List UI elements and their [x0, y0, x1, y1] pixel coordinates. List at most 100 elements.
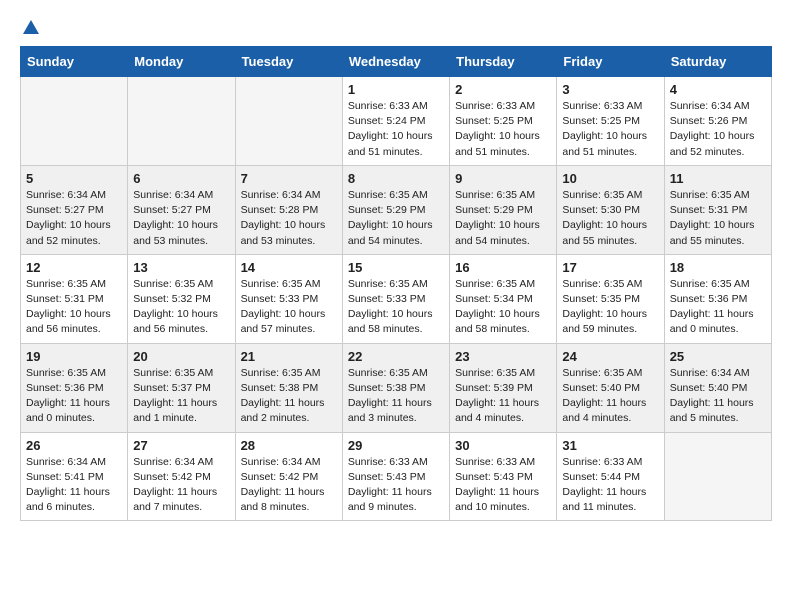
weekday-header-sunday: Sunday: [21, 47, 128, 77]
day-number: 10: [562, 171, 658, 186]
day-info: Sunrise: 6:34 AM Sunset: 5:28 PM Dayligh…: [241, 188, 337, 249]
day-number: 24: [562, 349, 658, 364]
calendar-week-row: 1 Sunrise: 6:33 AM Sunset: 5:24 PM Daylig…: [21, 77, 772, 166]
calendar-day-cell: 9 Sunrise: 6:35 AM Sunset: 5:29 PM Daylig…: [450, 165, 557, 254]
day-number: 8: [348, 171, 444, 186]
day-info: Sunrise: 6:33 AM Sunset: 5:24 PM Dayligh…: [348, 99, 444, 160]
day-number: 23: [455, 349, 551, 364]
day-number: 25: [670, 349, 766, 364]
day-info: Sunrise: 6:34 AM Sunset: 5:27 PM Dayligh…: [133, 188, 229, 249]
calendar-day-cell: 24 Sunrise: 6:35 AM Sunset: 5:40 PM Dayli…: [557, 343, 664, 432]
day-info: Sunrise: 6:35 AM Sunset: 5:35 PM Dayligh…: [562, 277, 658, 338]
day-number: 21: [241, 349, 337, 364]
calendar-week-row: 5Sunrise: 6:34 AM Sunset: 5:27 PM Daylig…: [21, 165, 772, 254]
calendar-week-row: 12Sunrise: 6:35 AM Sunset: 5:31 PM Dayli…: [21, 254, 772, 343]
day-number: 4: [670, 82, 766, 97]
weekday-header-monday: Monday: [128, 47, 235, 77]
day-number: 29: [348, 438, 444, 453]
day-number: 3: [562, 82, 658, 97]
calendar-day-cell: 31 Sunrise: 6:33 AM Sunset: 5:44 PM Dayli…: [557, 432, 664, 521]
calendar-header-row: SundayMondayTuesdayWednesdayThursdayFrid…: [21, 47, 772, 77]
calendar-day-cell: 15 Sunrise: 6:35 AM Sunset: 5:33 PM Dayli…: [342, 254, 449, 343]
day-number: 18: [670, 260, 766, 275]
day-number: 15: [348, 260, 444, 275]
calendar-day-cell: 2Sunrise: 6:33 AM Sunset: 5:25 PM Daylig…: [450, 77, 557, 166]
logo-triangle-icon: [23, 20, 39, 34]
day-number: 16: [455, 260, 551, 275]
calendar-table: SundayMondayTuesdayWednesdayThursdayFrid…: [20, 46, 772, 521]
calendar-day-cell: 19Sunrise: 6:35 AM Sunset: 5:36 PM Dayli…: [21, 343, 128, 432]
calendar-day-cell: 6 Sunrise: 6:34 AM Sunset: 5:27 PM Daylig…: [128, 165, 235, 254]
weekday-header-wednesday: Wednesday: [342, 47, 449, 77]
calendar-day-cell: [664, 432, 771, 521]
day-info: Sunrise: 6:35 AM Sunset: 5:34 PM Dayligh…: [455, 277, 551, 338]
calendar-day-cell: 13 Sunrise: 6:35 AM Sunset: 5:32 PM Dayli…: [128, 254, 235, 343]
day-info: Sunrise: 6:35 AM Sunset: 5:29 PM Dayligh…: [348, 188, 444, 249]
day-number: 20: [133, 349, 229, 364]
day-info: Sunrise: 6:33 AM Sunset: 5:25 PM Dayligh…: [455, 99, 551, 160]
day-info: Sunrise: 6:35 AM Sunset: 5:29 PM Dayligh…: [455, 188, 551, 249]
day-info: Sunrise: 6:34 AM Sunset: 5:27 PM Dayligh…: [26, 188, 122, 249]
day-info: Sunrise: 6:35 AM Sunset: 5:38 PM Dayligh…: [348, 366, 444, 427]
calendar-day-cell: 27 Sunrise: 6:34 AM Sunset: 5:42 PM Dayli…: [128, 432, 235, 521]
calendar-day-cell: 1 Sunrise: 6:33 AM Sunset: 5:24 PM Daylig…: [342, 77, 449, 166]
calendar-day-cell: 23 Sunrise: 6:35 AM Sunset: 5:39 PM Dayli…: [450, 343, 557, 432]
logo: [20, 20, 39, 36]
day-info: Sunrise: 6:33 AM Sunset: 5:43 PM Dayligh…: [348, 455, 444, 516]
calendar-day-cell: [128, 77, 235, 166]
weekday-header-thursday: Thursday: [450, 47, 557, 77]
page-header: [20, 20, 772, 36]
day-info: Sunrise: 6:35 AM Sunset: 5:31 PM Dayligh…: [670, 188, 766, 249]
day-info: Sunrise: 6:33 AM Sunset: 5:25 PM Dayligh…: [562, 99, 658, 160]
day-number: 31: [562, 438, 658, 453]
day-number: 30: [455, 438, 551, 453]
calendar-day-cell: 20Sunrise: 6:35 AM Sunset: 5:37 PM Dayli…: [128, 343, 235, 432]
calendar-day-cell: 12Sunrise: 6:35 AM Sunset: 5:31 PM Dayli…: [21, 254, 128, 343]
calendar-day-cell: 11 Sunrise: 6:35 AM Sunset: 5:31 PM Dayli…: [664, 165, 771, 254]
calendar-day-cell: 7 Sunrise: 6:34 AM Sunset: 5:28 PM Daylig…: [235, 165, 342, 254]
day-number: 22: [348, 349, 444, 364]
calendar-day-cell: [235, 77, 342, 166]
calendar-week-row: 26Sunrise: 6:34 AM Sunset: 5:41 PM Dayli…: [21, 432, 772, 521]
weekday-header-friday: Friday: [557, 47, 664, 77]
day-number: 6: [133, 171, 229, 186]
calendar-day-cell: 3 Sunrise: 6:33 AM Sunset: 5:25 PM Daylig…: [557, 77, 664, 166]
day-info: Sunrise: 6:33 AM Sunset: 5:44 PM Dayligh…: [562, 455, 658, 516]
calendar-day-cell: [21, 77, 128, 166]
weekday-header-saturday: Saturday: [664, 47, 771, 77]
calendar-day-cell: 29 Sunrise: 6:33 AM Sunset: 5:43 PM Dayli…: [342, 432, 449, 521]
day-info: Sunrise: 6:33 AM Sunset: 5:43 PM Dayligh…: [455, 455, 551, 516]
day-info: Sunrise: 6:34 AM Sunset: 5:42 PM Dayligh…: [133, 455, 229, 516]
day-info: Sunrise: 6:35 AM Sunset: 5:36 PM Dayligh…: [26, 366, 122, 427]
calendar-day-cell: 25 Sunrise: 6:34 AM Sunset: 5:40 PM Dayli…: [664, 343, 771, 432]
day-info: Sunrise: 6:35 AM Sunset: 5:40 PM Dayligh…: [562, 366, 658, 427]
day-info: Sunrise: 6:34 AM Sunset: 5:40 PM Dayligh…: [670, 366, 766, 427]
calendar-day-cell: 21 Sunrise: 6:35 AM Sunset: 5:38 PM Dayli…: [235, 343, 342, 432]
day-info: Sunrise: 6:35 AM Sunset: 5:39 PM Dayligh…: [455, 366, 551, 427]
calendar-day-cell: 14 Sunrise: 6:35 AM Sunset: 5:33 PM Dayli…: [235, 254, 342, 343]
calendar-day-cell: 30 Sunrise: 6:33 AM Sunset: 5:43 PM Dayli…: [450, 432, 557, 521]
day-number: 9: [455, 171, 551, 186]
day-number: 27: [133, 438, 229, 453]
day-info: Sunrise: 6:34 AM Sunset: 5:41 PM Dayligh…: [26, 455, 122, 516]
calendar-day-cell: 10Sunrise: 6:35 AM Sunset: 5:30 PM Dayli…: [557, 165, 664, 254]
calendar-day-cell: 16 Sunrise: 6:35 AM Sunset: 5:34 PM Dayli…: [450, 254, 557, 343]
day-number: 7: [241, 171, 337, 186]
day-info: Sunrise: 6:35 AM Sunset: 5:38 PM Dayligh…: [241, 366, 337, 427]
calendar-week-row: 19Sunrise: 6:35 AM Sunset: 5:36 PM Dayli…: [21, 343, 772, 432]
day-number: 11: [670, 171, 766, 186]
day-info: Sunrise: 6:35 AM Sunset: 5:31 PM Dayligh…: [26, 277, 122, 338]
day-number: 1: [348, 82, 444, 97]
calendar-day-cell: 8 Sunrise: 6:35 AM Sunset: 5:29 PM Daylig…: [342, 165, 449, 254]
calendar-day-cell: 4 Sunrise: 6:34 AM Sunset: 5:26 PM Daylig…: [664, 77, 771, 166]
day-number: 13: [133, 260, 229, 275]
day-info: Sunrise: 6:35 AM Sunset: 5:36 PM Dayligh…: [670, 277, 766, 338]
day-number: 14: [241, 260, 337, 275]
day-info: Sunrise: 6:34 AM Sunset: 5:26 PM Dayligh…: [670, 99, 766, 160]
day-info: Sunrise: 6:35 AM Sunset: 5:33 PM Dayligh…: [348, 277, 444, 338]
calendar-day-cell: 26Sunrise: 6:34 AM Sunset: 5:41 PM Dayli…: [21, 432, 128, 521]
day-info: Sunrise: 6:35 AM Sunset: 5:33 PM Dayligh…: [241, 277, 337, 338]
calendar-day-cell: 5Sunrise: 6:34 AM Sunset: 5:27 PM Daylig…: [21, 165, 128, 254]
day-info: Sunrise: 6:35 AM Sunset: 5:32 PM Dayligh…: [133, 277, 229, 338]
calendar-day-cell: 28Sunrise: 6:34 AM Sunset: 5:42 PM Dayli…: [235, 432, 342, 521]
